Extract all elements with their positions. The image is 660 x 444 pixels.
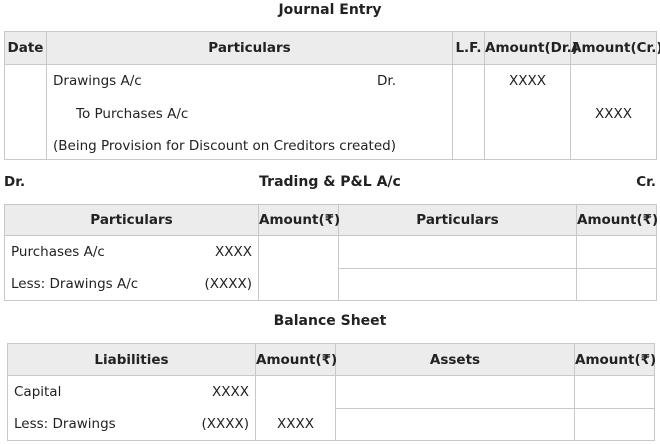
dr-label: Dr. bbox=[377, 73, 396, 89]
bs-row: Less: Drawings (XXXX) bbox=[7, 408, 256, 441]
bs-row: Capital XXXX bbox=[7, 375, 256, 408]
journal-title: Journal Entry bbox=[278, 2, 382, 18]
trading-row: Purchases A/c XXXX bbox=[4, 235, 259, 268]
bs-assets-amount-cell bbox=[574, 407, 655, 441]
bs-assets-amount-cell bbox=[574, 375, 655, 409]
header-particulars: Particulars bbox=[46, 31, 453, 65]
trading-table: Particulars Amount(₹) Particulars Amount… bbox=[4, 204, 658, 301]
amount-dr-cell: XXXX bbox=[484, 64, 571, 160]
bs-amount-left-cell bbox=[255, 375, 336, 408]
trading-header-particulars-left: Particulars bbox=[4, 204, 259, 236]
bs-header-amount-right: Amount(₹) bbox=[574, 343, 656, 376]
purchases-label: Purchases A/c bbox=[11, 244, 105, 260]
trading-row: Less: Drawings A/c (XXXX) bbox=[4, 268, 259, 301]
trading-header-amount-left: Amount(₹) bbox=[258, 204, 340, 236]
bs-less-drawings-label: Less: Drawings bbox=[14, 416, 116, 432]
amount-cr-value: XXXX bbox=[595, 106, 632, 122]
purchases-value: XXXX bbox=[215, 244, 252, 260]
bs-assets-cell bbox=[335, 375, 575, 409]
header-amount-cr: Amount(Cr.) bbox=[570, 31, 660, 65]
journal-table: Date Particulars L.F. Amount(Dr.) Amount… bbox=[4, 31, 660, 160]
header-date: Date bbox=[4, 31, 47, 65]
less-drawings-value: (XXXX) bbox=[204, 276, 252, 292]
capital-label: Capital bbox=[14, 384, 62, 400]
amount-cr-cell: XXXX bbox=[570, 64, 657, 160]
trading-cr-label: Cr. bbox=[636, 174, 656, 190]
trading-right-amount-cell bbox=[576, 235, 657, 269]
particulars-cell: Drawings A/c Dr. To Purchases A/c (Being… bbox=[46, 64, 453, 160]
lf-cell bbox=[452, 64, 485, 160]
trading-header-particulars-right: Particulars bbox=[338, 204, 577, 236]
trading-right-amount-cell bbox=[576, 267, 657, 301]
bs-header-assets: Assets bbox=[335, 343, 575, 376]
trading-amount-left-cell bbox=[258, 235, 339, 301]
less-drawings-label: Less: Drawings A/c bbox=[11, 276, 139, 292]
header-amount-dr: Amount(Dr.) bbox=[484, 31, 578, 65]
bs-assets-cell bbox=[335, 407, 575, 441]
amount-dr-value: XXXX bbox=[509, 73, 546, 89]
trading-title: Trading & P&L A/c bbox=[259, 174, 401, 190]
trading-right-cell bbox=[338, 235, 577, 269]
date-cell bbox=[4, 64, 47, 160]
header-lf: L.F. bbox=[452, 31, 485, 65]
narration: (Being Provision for Discount on Credito… bbox=[53, 138, 396, 154]
bs-net-capital-amount: XXXX bbox=[255, 408, 336, 441]
bs-header-amount-left: Amount(₹) bbox=[255, 343, 337, 376]
trading-right-cell bbox=[338, 267, 577, 301]
balance-sheet-title: Balance Sheet bbox=[273, 313, 387, 329]
balance-sheet-table: Liabilities Amount(₹) Assets Amount(₹) C… bbox=[7, 343, 656, 441]
trading-header-amount-right: Amount(₹) bbox=[576, 204, 658, 236]
credit-account: To Purchases A/c bbox=[76, 106, 189, 122]
bs-header-liabilities: Liabilities bbox=[7, 343, 256, 376]
bs-less-drawings-value: (XXXX) bbox=[201, 416, 249, 432]
capital-value: XXXX bbox=[212, 384, 249, 400]
debit-account: Drawings A/c bbox=[53, 73, 142, 89]
